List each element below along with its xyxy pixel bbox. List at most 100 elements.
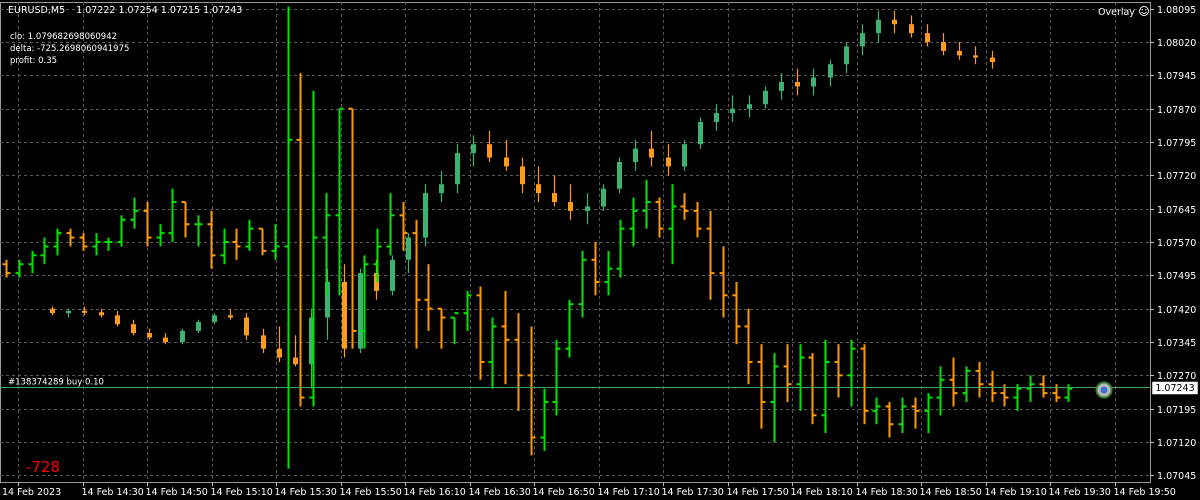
overlay-candle (520, 157, 525, 194)
price-bar (181, 201, 190, 238)
x-tick-label: 14 Feb 2023 (2, 487, 61, 498)
price-bar (207, 210, 216, 269)
overlay-candle (876, 10, 881, 42)
overlay-candle (406, 233, 411, 274)
overlay-candle (585, 193, 590, 225)
candlestick-chart[interactable]: #138374289 buy 0.10 1.08095 1.08020 1.0794… (0, 0, 1200, 500)
order-line-group[interactable]: #138374289 buy 0.10 (0, 378, 1150, 388)
overlay-candle (844, 42, 849, 74)
x-tick-label: 14 Feb 15:30 (275, 487, 337, 498)
price-bar (1064, 384, 1073, 402)
price-bar (975, 362, 984, 398)
overlay-candle (714, 104, 719, 131)
x-tick-label: 14 Feb 17:30 (662, 487, 724, 498)
price-bar (744, 308, 753, 385)
price-bar (872, 397, 881, 425)
price-bar (565, 299, 574, 358)
price-bar (232, 228, 241, 260)
price-bar (1039, 375, 1048, 398)
price-bar (860, 344, 869, 425)
price-bar (1013, 384, 1022, 411)
overlay-candle (892, 10, 897, 34)
y-tick-label: 1.07120 (1157, 438, 1196, 449)
price-bar (168, 188, 177, 242)
price-bar (476, 286, 485, 380)
y-tick-label: 1.07420 (1157, 305, 1196, 316)
overlay-candle (925, 24, 930, 47)
overlay-candle (552, 175, 557, 207)
price-bar (66, 228, 75, 247)
price-bar (808, 353, 817, 425)
overlay-candle (196, 319, 201, 334)
price-bar (117, 215, 126, 247)
price-axis[interactable]: 1.08095 1.08020 1.07945 1.07870 1.07795 1.077… (1150, 5, 1196, 482)
x-tick-label: 14 Feb 16:30 (469, 487, 531, 498)
x-tick-label: 14 Feb 17:50 (727, 487, 789, 498)
overlay-candle (244, 313, 249, 340)
price-bar (719, 246, 728, 318)
delta-value: -728 (26, 458, 60, 476)
overlay-candle (909, 15, 914, 38)
trading-chart[interactable]: #138374289 buy 0.10 1.08095 1.08020 1.0794… (0, 0, 1200, 500)
overlay-candle (115, 310, 120, 327)
overlay-series (50, 10, 995, 389)
price-bar (424, 264, 433, 331)
price-bar (348, 107, 357, 349)
overlay-candle (455, 144, 460, 194)
price-bar (284, 6, 293, 469)
overlay-candle (973, 46, 978, 65)
indicator-profit: profit: 0.35 (10, 56, 57, 66)
current-price-marker: 1.07243 (1151, 381, 1199, 395)
price-bar (322, 193, 331, 296)
overlay-candle (180, 328, 185, 345)
price-bar (335, 107, 344, 296)
price-bar (949, 357, 958, 407)
overlay-candle (50, 306, 55, 316)
price-bar (1052, 384, 1061, 402)
current-price-label: 1.07243 (1155, 383, 1194, 394)
price-bar (2, 259, 11, 278)
x-tick-label: 14 Feb 19:50 (1114, 487, 1176, 498)
price-bar (130, 197, 139, 229)
x-tick-label: 14 Feb 14:50 (146, 487, 208, 498)
price-bar (770, 353, 779, 442)
indicator-clo: clo: 1.079682698060942 (10, 32, 117, 42)
time-axis[interactable]: 14 Feb 2023 14 Feb 14:30 14 Feb 14:50 14 Fe… (2, 482, 1176, 498)
x-tick-label: 14 Feb 15:50 (340, 487, 402, 498)
overlay-candle (471, 135, 476, 167)
price-bar (514, 313, 523, 411)
y-tick-label: 1.07195 (1157, 405, 1196, 416)
position-marker-icon[interactable] (1095, 381, 1113, 399)
price-bar (680, 193, 689, 220)
y-tick-label: 1.08020 (1157, 38, 1196, 49)
overlay-candle (698, 117, 703, 149)
overlay-candle (131, 319, 136, 336)
x-tick-label: 14 Feb 14:30 (82, 487, 144, 498)
overlay-candle (601, 184, 606, 211)
price-bar (693, 202, 702, 238)
y-tick-label: 1.07345 (1157, 338, 1196, 349)
overlay-candle (990, 50, 995, 69)
price-bar (245, 219, 254, 251)
price-bar (706, 210, 715, 300)
smiley-icon[interactable] (1139, 6, 1149, 16)
price-bar (104, 237, 113, 251)
price-bar (757, 344, 766, 429)
price-bar (28, 250, 37, 274)
overlay-candle (860, 24, 865, 56)
price-bar (578, 250, 587, 318)
price-bar (924, 393, 933, 434)
overlay-label[interactable]: Overlay (1098, 7, 1135, 18)
overlay-candle (747, 95, 752, 118)
chart-symbol: EURUSD,M5 (8, 5, 65, 16)
price-bar (821, 339, 830, 434)
chart-header: EURUSD,M5 1.07222 1.07254 1.07215 1.0724… (8, 5, 242, 16)
y-tick-label: 1.07495 (1157, 271, 1196, 282)
x-tick-label: 14 Feb 18:10 (791, 487, 853, 498)
y-tick-label: 1.08095 (1157, 5, 1196, 16)
price-bar (501, 290, 510, 385)
price-bar (488, 317, 497, 389)
overlay-candle (633, 139, 638, 171)
price-bar (386, 193, 395, 256)
y-tick-label: 1.07045 (1157, 471, 1196, 482)
